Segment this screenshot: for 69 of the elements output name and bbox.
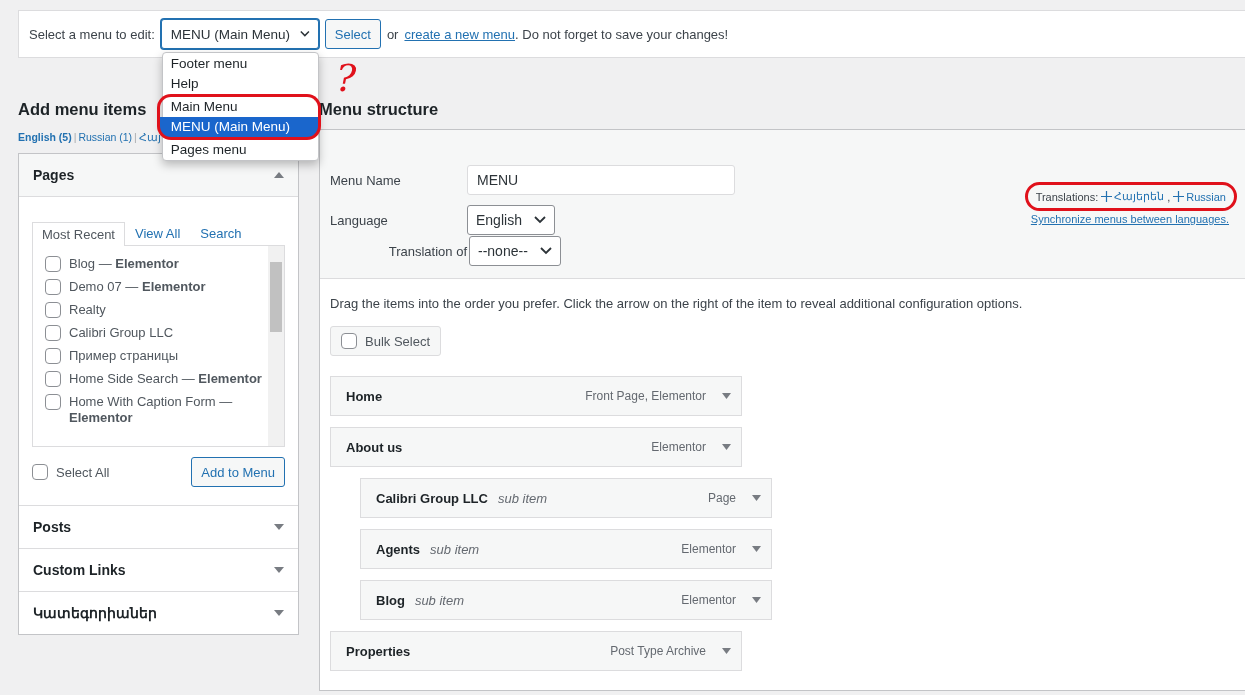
menu-item-bar[interactable]: Home Front Page, Elementor <box>330 376 742 416</box>
checkbox[interactable] <box>45 256 61 272</box>
page-title: Calibri Group LLC <box>69 325 174 341</box>
or-text: or <box>386 26 399 42</box>
synchronize-link[interactable]: Synchronize menus between languages. <box>1030 213 1229 225</box>
language-label: Language <box>330 212 389 228</box>
dropdown-option[interactable]: Footer menu <box>162 54 318 74</box>
comma-text: , <box>1167 190 1171 203</box>
plus-icon <box>1101 191 1113 202</box>
language-select[interactable]: English <box>467 205 555 235</box>
page-title: Пример страницы <box>69 348 178 364</box>
scrollbar[interactable] <box>268 246 284 446</box>
select-all-label: Select All <box>56 464 110 480</box>
menu-item-bar[interactable]: Properties Post Type Archive <box>330 631 742 671</box>
checkbox[interactable] <box>45 394 61 410</box>
triangle-icon <box>722 444 731 450</box>
instructions-text: Drag the items into the order you prefer. Click the arrow on the right of the item to reveal additional configuration options. <box>330 296 1024 311</box>
plus-icon <box>1173 191 1185 202</box>
menu-picker-label: Select a menu to edit: <box>29 26 155 42</box>
menu-item-bar[interactable]: Agents sub item Elementor <box>360 529 772 569</box>
page-title: Home Side Search — Elementor <box>69 371 262 387</box>
language-link[interactable]: English (5) <box>18 131 72 143</box>
page-title: Demo 07 — Elementor <box>69 279 206 295</box>
menu-name-field[interactable]: MENU <box>467 165 735 195</box>
menu-item-bar[interactable]: About us Elementor <box>330 427 742 467</box>
separator-text: | <box>73 131 77 143</box>
triangle-icon <box>752 546 761 552</box>
triangle-icon <box>752 597 761 603</box>
separator-text: | <box>134 131 137 143</box>
tab[interactable]: Search <box>190 221 252 245</box>
triangle-icon <box>752 495 761 501</box>
select-button[interactable]: Select <box>324 19 381 49</box>
checkbox[interactable] <box>45 348 61 364</box>
triangle-icon <box>274 172 284 178</box>
checkbox[interactable] <box>45 371 61 387</box>
triangle-icon <box>274 567 284 573</box>
triangle-icon <box>722 648 731 654</box>
triangle-icon <box>722 393 731 399</box>
menu-name-label: Menu Name <box>330 172 402 188</box>
chevron-down-icon <box>539 247 552 255</box>
page-title: Realty <box>69 302 106 318</box>
checkbox[interactable] <box>45 325 61 341</box>
create-menu-link[interactable]: create a new menu <box>404 26 516 42</box>
add-to-menu-button[interactable]: Add to Menu <box>191 457 285 487</box>
translation-of-label: Translation of <box>387 243 468 259</box>
checkbox[interactable] <box>32 464 48 480</box>
translations-label: Translations: <box>1035 190 1099 203</box>
translation-select[interactable]: --none-- <box>469 236 561 266</box>
triangle-icon <box>274 524 284 530</box>
page-title: Blog — Elementor <box>69 256 179 272</box>
tab[interactable]: Most Recent <box>32 222 125 246</box>
menu-item-bar[interactable]: Blog sub item Elementor <box>360 580 772 620</box>
bulk-select-button[interactable]: Bulk Select <box>330 326 442 356</box>
add-translation-link[interactable]: Հայերեն <box>1101 190 1165 203</box>
chevron-down-icon <box>300 30 310 38</box>
checkbox[interactable] <box>45 279 61 295</box>
save-reminder-text: . Do not forget to save your changes! <box>515 26 729 42</box>
checkbox[interactable] <box>45 302 61 318</box>
menu-select[interactable]: MENU (Main Menu) <box>160 19 319 49</box>
triangle-icon <box>274 610 284 616</box>
hand-drawn-question-mark: ? <box>336 58 357 98</box>
chevron-down-icon <box>533 216 546 224</box>
page-title: Home With Caption Form — Elementor <box>69 394 234 426</box>
tab[interactable]: View All <box>125 221 191 245</box>
menu-item-bar[interactable]: Calibri Group LLC sub item Page <box>360 478 772 518</box>
language-link[interactable]: Russian (1) <box>78 131 133 143</box>
add-translation-link[interactable]: Russian <box>1173 190 1226 203</box>
dropdown-option[interactable]: Help <box>162 74 318 94</box>
add-menu-items-heading: Add menu items <box>18 99 147 120</box>
